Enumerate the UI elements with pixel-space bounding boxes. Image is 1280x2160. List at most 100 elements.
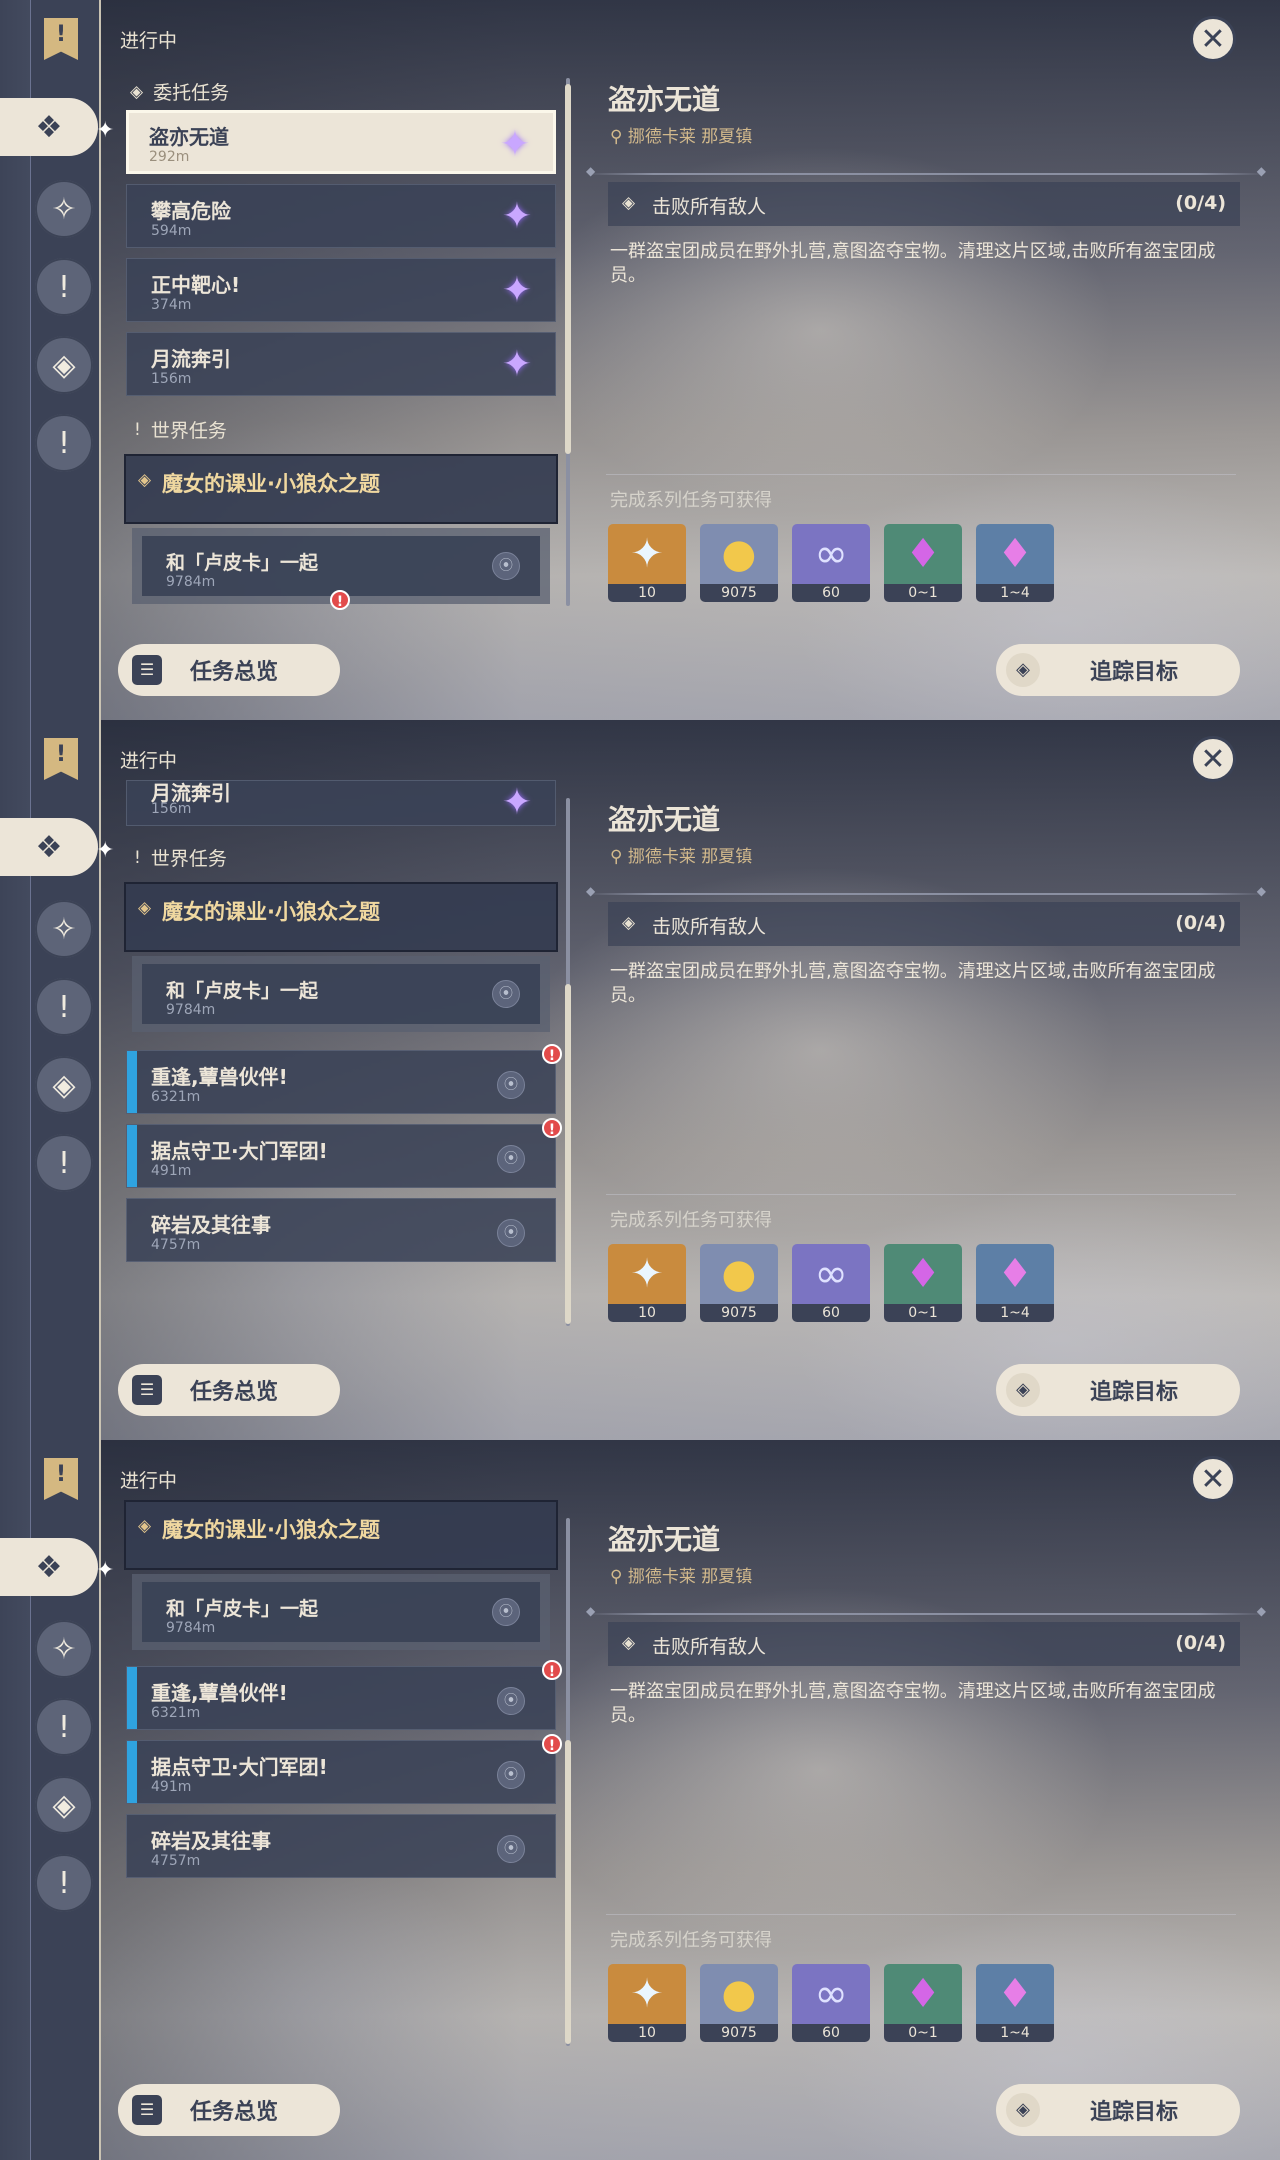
divider bbox=[606, 1194, 1236, 1195]
scrollbar-thumb[interactable] bbox=[565, 984, 571, 1324]
track-target-button[interactable]: ◈ 追踪目标 bbox=[996, 1364, 1240, 1416]
reward-primogem[interactable]: ✦ 10 bbox=[608, 1964, 686, 2042]
reward-mora[interactable]: ● 9075 bbox=[700, 524, 778, 602]
reward-crystal-chunk[interactable]: ♦ 0~1 bbox=[884, 1244, 962, 1322]
group-diamond-icon: ◈ bbox=[138, 1516, 152, 1536]
quest-description: 一群盗宝团成员在野外扎营,意图盗夺宝物。清理这片区域,击败所有盗宝团成员。 bbox=[610, 241, 1216, 286]
crystal-chunk-icon: ♦ bbox=[884, 1964, 962, 2024]
quest-description: 一群盗宝团成员在野外扎营,意图盗夺宝物。清理这片区域,击败所有盗宝团成员。 bbox=[610, 1681, 1216, 1726]
archon-quest-tab-icon[interactable]: ✧ bbox=[35, 900, 93, 958]
location-pin-icon: ⦿ bbox=[497, 1071, 525, 1099]
companionship-exp-icon: ∞ bbox=[792, 1244, 870, 1304]
screenshot-panel-3: ! ❖ ✦ ✧ ! ◈ ! 进行中 ✕ ◈ 魔女的课业·小狼众之题 和「卢皮卡」… bbox=[0, 1440, 1280, 2160]
commission-item[interactable]: 月流奔引 156m ✦ bbox=[126, 780, 556, 826]
world-quest-item[interactable]: 碎岩及其往事 4757m ⦿ bbox=[126, 1814, 556, 1878]
alert-badge: ! bbox=[330, 590, 350, 610]
world-quest-item[interactable]: 据点守卫·大门军团! 491m ⦿ bbox=[126, 1124, 556, 1188]
world-quest-tab-icon[interactable]: ! bbox=[35, 414, 93, 472]
commission-item[interactable]: 正中靶心! 374m ✦ bbox=[126, 258, 556, 322]
reward-companionship-exp[interactable]: ∞ 60 bbox=[792, 524, 870, 602]
commission-item[interactable]: 月流奔引 156m ✦ bbox=[126, 332, 556, 396]
quest-overview-button[interactable]: ☰ 任务总览 bbox=[118, 2084, 340, 2136]
commission-item[interactable]: 盗亦无道 292m ✦ bbox=[126, 110, 556, 174]
scrollbar-thumb[interactable] bbox=[565, 84, 571, 454]
world-quest-tab-icon[interactable]: ! bbox=[35, 1854, 93, 1912]
primogem-icon: ✦ bbox=[608, 1964, 686, 2024]
alert-badge: ! bbox=[542, 1044, 562, 1064]
commission-tab-icon[interactable]: ❖ bbox=[0, 98, 98, 156]
group-diamond-icon: ◈ bbox=[138, 470, 152, 490]
objective-bar: ◈ 击败所有敌人 (0/4) bbox=[608, 182, 1240, 226]
track-icon: ◈ bbox=[1006, 1373, 1040, 1407]
reward-primogem[interactable]: ✦ 10 bbox=[608, 524, 686, 602]
alert-badge: ! bbox=[542, 1118, 562, 1138]
world-quest-group[interactable]: ◈ 魔女的课业·小狼众之题 bbox=[124, 1500, 558, 1570]
close-icon: ✕ bbox=[1200, 21, 1226, 57]
reward-crystal-chunk[interactable]: ♦ 0~1 bbox=[884, 524, 962, 602]
location-pin-icon: ⦿ bbox=[492, 552, 520, 580]
objective-bar: ◈ 击败所有敌人 (0/4) bbox=[608, 902, 1240, 946]
overview-icon: ☰ bbox=[132, 1375, 162, 1405]
world-sub-quest[interactable]: 和「卢皮卡」一起 9784m ⦿ bbox=[132, 956, 550, 1032]
reward-crystal-cluster[interactable]: ♦ 1~4 bbox=[976, 1244, 1054, 1322]
event-quest-tab-icon[interactable]: ◈ bbox=[35, 336, 93, 394]
quest-overview-button[interactable]: ☰ 任务总览 bbox=[118, 1364, 340, 1416]
scrollbar-thumb[interactable] bbox=[565, 1740, 571, 2044]
archon-quest-tab-icon[interactable]: ✧ bbox=[35, 180, 93, 238]
alert-badge: ! bbox=[542, 1734, 562, 1754]
tracked-marker bbox=[127, 1051, 137, 1113]
alert-badge: ! bbox=[542, 1660, 562, 1680]
reward-companionship-exp[interactable]: ∞ 60 bbox=[792, 1964, 870, 2042]
mora-icon: ● bbox=[700, 524, 778, 584]
world-quest-group[interactable]: ◈ 魔女的课业·小狼众之题 bbox=[124, 882, 558, 952]
divider bbox=[586, 164, 1266, 178]
close-button[interactable]: ✕ bbox=[1190, 736, 1236, 782]
world-quest-item[interactable]: 据点守卫·大门军团! 491m ⦿ bbox=[126, 1740, 556, 1804]
commission-tab-icon[interactable]: ❖ bbox=[0, 1538, 98, 1596]
commission-star-icon: ✦ bbox=[499, 124, 531, 165]
story-quest-tab-icon[interactable]: ! bbox=[35, 978, 93, 1036]
primogem-icon: ✦ bbox=[608, 1244, 686, 1304]
world-quest-item[interactable]: 重逢,蕈兽伙伴! 6321m ⦿ bbox=[126, 1050, 556, 1114]
crystal-cluster-icon: ♦ bbox=[976, 1964, 1054, 2024]
world-quest-tab-icon[interactable]: ! bbox=[35, 1134, 93, 1192]
objective-diamond-icon: ◈ bbox=[622, 193, 636, 213]
exclamation-icon: ! bbox=[134, 847, 141, 868]
commission-tab-icon[interactable]: ❖ bbox=[0, 818, 98, 876]
screenshot-panel-2: ! ❖ ✦ ✧ ! ◈ ! 进行中 ✕ 月流奔引 156m ✦ ! 世界任务 ◈ … bbox=[0, 720, 1280, 1440]
event-quest-tab-icon[interactable]: ◈ bbox=[35, 1776, 93, 1834]
track-target-button[interactable]: ◈ 追踪目标 bbox=[996, 2084, 1240, 2136]
close-button[interactable]: ✕ bbox=[1190, 16, 1236, 62]
world-sub-quest[interactable]: 和「卢皮卡」一起 9784m ⦿ bbox=[132, 1574, 550, 1650]
reward-mora[interactable]: ● 9075 bbox=[700, 1244, 778, 1322]
reward-primogem[interactable]: ✦ 10 bbox=[608, 1244, 686, 1322]
quest-overview-button[interactable]: ☰ 任务总览 bbox=[118, 644, 340, 696]
track-target-button[interactable]: ◈ 追踪目标 bbox=[996, 644, 1240, 696]
close-button[interactable]: ✕ bbox=[1190, 1456, 1236, 1502]
sparkle-icon: ✦ bbox=[96, 838, 115, 863]
status-label: 进行中 bbox=[120, 750, 178, 772]
world-quest-group[interactable]: ◈ 魔女的课业·小狼众之题 bbox=[124, 454, 558, 524]
location-pin-icon: ⦿ bbox=[497, 1219, 525, 1247]
event-quest-tab-icon[interactable]: ◈ bbox=[35, 1056, 93, 1114]
quest-location: ⚲ 挪德卡莱 那夏镇 bbox=[610, 1567, 753, 1587]
commission-item[interactable]: 攀高危险 594m ✦ bbox=[126, 184, 556, 248]
story-quest-tab-icon[interactable]: ! bbox=[35, 258, 93, 316]
reward-crystal-cluster[interactable]: ♦ 1~4 bbox=[976, 524, 1054, 602]
world-quest-item[interactable]: 碎岩及其往事 4757m ⦿ bbox=[126, 1198, 556, 1262]
companionship-exp-icon: ∞ bbox=[792, 1964, 870, 2024]
track-icon: ◈ bbox=[1006, 2093, 1040, 2127]
divider bbox=[606, 1914, 1236, 1915]
world-quest-item[interactable]: 重逢,蕈兽伙伴! 6321m ⦿ bbox=[126, 1666, 556, 1730]
reward-companionship-exp[interactable]: ∞ 60 bbox=[792, 1244, 870, 1322]
archon-quest-tab-icon[interactable]: ✧ bbox=[35, 1620, 93, 1678]
status-label: 进行中 bbox=[120, 1470, 178, 1492]
commission-diamond-icon: ◈ bbox=[130, 81, 144, 102]
quest-title: 盗亦无道 bbox=[608, 803, 721, 836]
tracked-marker bbox=[127, 1125, 137, 1187]
story-quest-tab-icon[interactable]: ! bbox=[35, 1698, 93, 1756]
reward-crystal-chunk[interactable]: ♦ 0~1 bbox=[884, 1964, 962, 2042]
reward-crystal-cluster[interactable]: ♦ 1~4 bbox=[976, 1964, 1054, 2042]
rewards-label: 完成系列任务可获得 bbox=[610, 1930, 772, 1951]
reward-mora[interactable]: ● 9075 bbox=[700, 1964, 778, 2042]
